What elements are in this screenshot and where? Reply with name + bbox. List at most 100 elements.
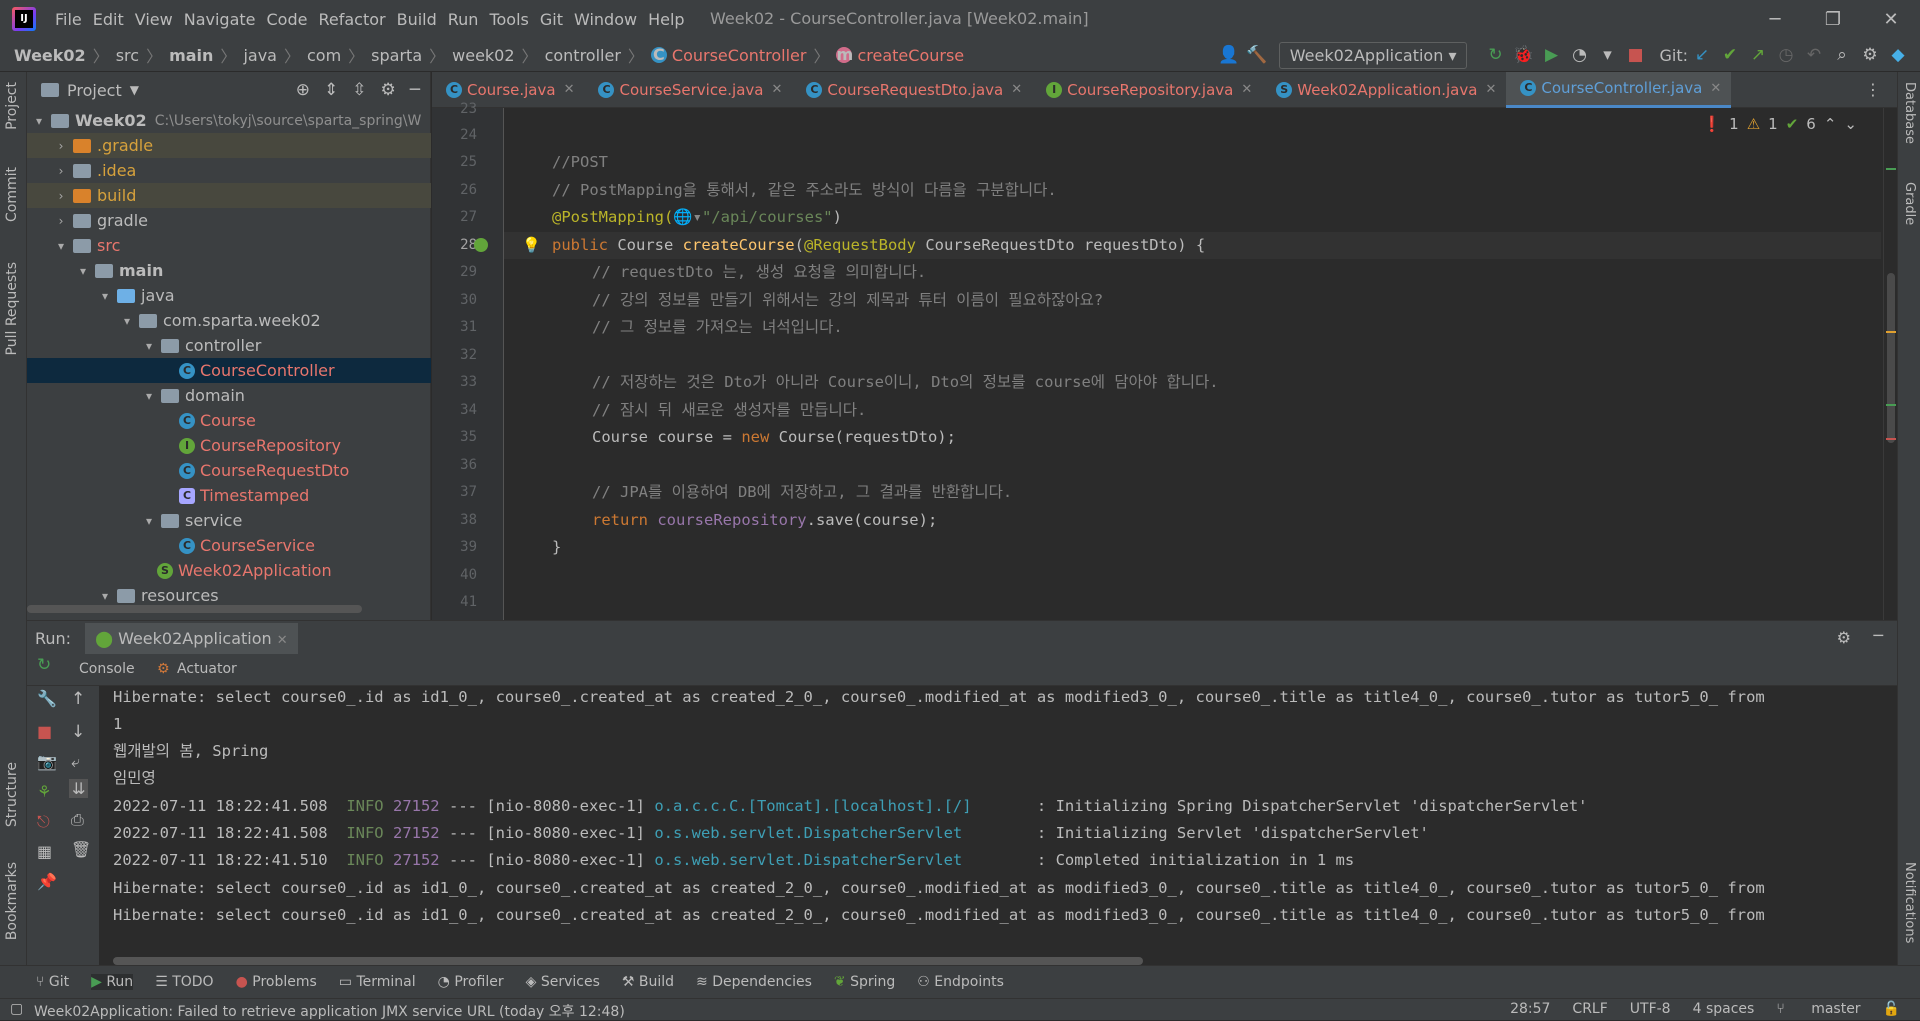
breadcrumb-item[interactable]: java [243, 46, 277, 65]
tab-course-java[interactable]: C Course.java ✕ [432, 72, 584, 108]
menu-code[interactable]: Code [267, 10, 308, 29]
arrow-up-icon[interactable]: ↑ [71, 689, 85, 709]
git-branch[interactable]: ⑂ master [1776, 1001, 1860, 1017]
structure-tool-tab[interactable]: Structure [4, 762, 20, 827]
debug-icon[interactable]: ⚘ [37, 782, 51, 801]
menu-file[interactable]: File [55, 10, 82, 29]
breadcrumb-item[interactable]: CourseController [672, 46, 807, 65]
tree-node[interactable]: › gradle [27, 208, 431, 233]
tab-run[interactable]: ▶ Run [91, 974, 134, 990]
tree-node[interactable]: ▾ java [27, 283, 431, 308]
print-icon[interactable]: ⎙ [71, 810, 84, 830]
tree-node[interactable]: › .gradle [27, 133, 431, 158]
tab-week02application-java[interactable]: S Week02Application.java ✕ [1262, 72, 1506, 108]
rerun-icon[interactable]: ↻ [1481, 45, 1509, 65]
globe-icon[interactable]: 🌐▾ [673, 208, 702, 226]
tree-node[interactable]: C Timestamped [27, 483, 431, 508]
menu-window[interactable]: Window [574, 10, 637, 29]
breadcrumb-item[interactable]: com [307, 46, 341, 65]
debug-icon[interactable]: 🐞 [1509, 45, 1537, 65]
menu-build[interactable]: Build [397, 10, 437, 29]
layout-icon[interactable]: ▦ [37, 842, 52, 861]
tab-terminal[interactable]: ▭ Terminal [339, 974, 416, 990]
locate-icon[interactable]: ⊕ [296, 80, 310, 100]
file-encoding[interactable]: UTF-8 [1630, 1001, 1671, 1017]
breadcrumb-item[interactable]: main [169, 46, 213, 65]
code-area[interactable]: 💡 //POST // PostMapping을 통해서, 같은 주소라도 방식… [504, 108, 1897, 620]
menu-view[interactable]: View [135, 10, 173, 29]
tree-node[interactable]: C CourseService [27, 533, 431, 558]
gear-icon[interactable]: ⚙ [1837, 628, 1851, 647]
caret-position[interactable]: 28:57 [1510, 1001, 1550, 1017]
camera-icon[interactable]: 📷 [37, 752, 57, 771]
build-hammer-icon[interactable]: 🔨 [1243, 45, 1271, 65]
minimize-icon[interactable]: ─ [1746, 9, 1804, 30]
line-separator[interactable]: CRLF [1572, 1001, 1607, 1017]
tab-actuator[interactable]: Actuator [177, 661, 237, 677]
tree-node[interactable]: ▾ src [27, 233, 431, 258]
menu-git[interactable]: Git [540, 10, 563, 29]
rollback-icon[interactable]: ↶ [1800, 45, 1828, 65]
gradle-tool-tab[interactable]: Gradle [1902, 182, 1917, 225]
restore-icon[interactable]: ❐ [1804, 9, 1862, 30]
arrow-down-icon[interactable]: ↓ [71, 722, 85, 742]
menu-refactor[interactable]: Refactor [318, 10, 385, 29]
wrench-icon[interactable]: 🔧 [37, 689, 57, 708]
indent-setting[interactable]: 4 spaces [1693, 1001, 1755, 1017]
breadcrumb-item[interactable]: src [116, 46, 139, 65]
database-tool-tab[interactable]: Database [1902, 82, 1917, 144]
hide-icon[interactable]: ─ [1873, 626, 1883, 645]
stop-icon[interactable]: ■ [37, 722, 52, 741]
lightbulb-icon[interactable]: 💡 [522, 236, 541, 254]
tab-courseservice-java[interactable]: C CourseService.java ✕ [584, 72, 792, 108]
run-tab[interactable]: ⬤ Week02Application ✕ [85, 622, 298, 654]
pull-requests-tool-tab[interactable]: Pull Requests [4, 262, 20, 355]
exit-icon[interactable]: ⎋ [37, 812, 50, 832]
chevron-down-icon[interactable]: ▼ [130, 83, 139, 97]
gear-icon[interactable]: ⚙ [381, 80, 396, 100]
tree-node[interactable]: C CourseRequestDto [27, 458, 431, 483]
project-scrollbar[interactable] [27, 605, 362, 613]
close-tab-icon[interactable]: ✕ [772, 82, 783, 97]
settings-icon[interactable]: ⚙ [1856, 45, 1884, 65]
tab-courserepository-java[interactable]: I CourseRepository.java ✕ [1032, 72, 1262, 108]
tab-dependencies[interactable]: ≋ Dependencies [696, 974, 812, 990]
git-update-icon[interactable]: ↙ [1688, 45, 1716, 65]
expand-all-icon[interactable]: ⇕ [324, 80, 338, 100]
tree-node[interactable]: ▾ service [27, 508, 431, 533]
tab-services[interactable]: ◈ Services [526, 974, 600, 990]
history-icon[interactable]: ◷ [1772, 45, 1800, 65]
status-message[interactable]: Week02Application: Failed to retrieve ap… [34, 1001, 625, 1021]
project-tool-tab[interactable]: Project [4, 82, 20, 130]
tab-coursecontroller-java[interactable]: C CourseController.java ✕ [1506, 71, 1732, 108]
close-tab-icon[interactable]: ✕ [1710, 81, 1721, 96]
tab-courserequestdto-java[interactable]: C CourseRequestDto.java ✕ [792, 72, 1032, 108]
console-output[interactable]: Hibernate: select course0_.id as id1_0_,… [113, 686, 1873, 946]
tab-problems[interactable]: ● Problems [236, 974, 317, 990]
git-push-icon[interactable]: ↗ [1744, 45, 1772, 65]
lock-icon[interactable]: 🔓 [1883, 1001, 1900, 1017]
notifications-tool-tab[interactable]: Notifications [1902, 862, 1917, 943]
close-tab-icon[interactable]: ✕ [1011, 82, 1022, 97]
git-commit-icon[interactable]: ✔ [1716, 45, 1744, 65]
console-horizontal-scrollbar[interactable] [113, 957, 1143, 965]
rerun-icon[interactable]: ↻ [37, 655, 51, 675]
close-tab-icon[interactable]: ✕ [1485, 82, 1496, 97]
pin-icon[interactable]: 📌 [37, 872, 57, 891]
close-tab-icon[interactable]: ✕ [277, 633, 288, 648]
tree-node[interactable]: ▾ main [27, 258, 431, 283]
soft-wrap-icon[interactable]: ⤶ [71, 752, 80, 772]
tree-node[interactable]: S Week02Application [27, 558, 431, 583]
breadcrumb-item[interactable]: week02 [452, 46, 514, 65]
tree-node[interactable]: › .idea [27, 158, 431, 183]
tree-node[interactable]: I CourseRepository [27, 433, 431, 458]
tree-node-selected[interactable]: C CourseController [27, 358, 431, 383]
tree-node[interactable]: ▾ controller [27, 333, 431, 358]
more-run-icon[interactable]: ▾ [1593, 45, 1621, 65]
search-icon[interactable]: ⌕ [1828, 45, 1856, 65]
tree-node[interactable]: ▾ domain [27, 383, 431, 408]
more-tabs-icon[interactable]: ⋮ [1865, 80, 1881, 99]
editor-scrollbar[interactable] [1883, 108, 1897, 620]
tab-console[interactable]: Console [79, 661, 135, 677]
close-tab-icon[interactable]: ✕ [1241, 82, 1252, 97]
